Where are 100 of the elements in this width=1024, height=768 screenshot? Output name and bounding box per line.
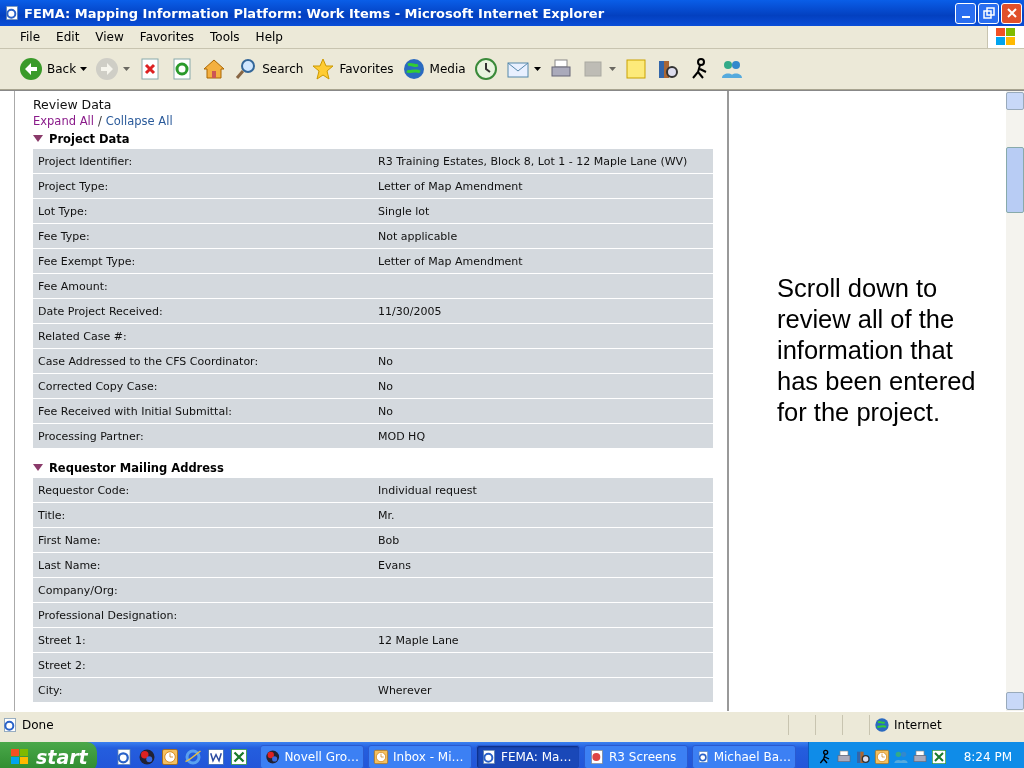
window-title: FEMA: Mapping Information Platform: Work Items - Microsoft Internet Explorer	[24, 5, 606, 21]
toolbar-button[interactable]: Media	[398, 55, 469, 83]
tray-icon-button[interactable]	[873, 749, 890, 765]
field-label: Title:	[33, 503, 373, 527]
clock-icon	[373, 749, 389, 765]
field-label: Corrected Copy Case:	[33, 374, 373, 398]
clock-icon	[473, 57, 498, 81]
clock-icon	[873, 749, 890, 765]
toolbar-button[interactable]: Back	[16, 55, 91, 83]
section-header[interactable]: Project Data	[33, 132, 130, 146]
section-header[interactable]: Requestor Mailing Address	[33, 461, 224, 475]
menu-item[interactable]: Tools	[202, 28, 248, 46]
field-label: Project Type:	[33, 174, 373, 198]
scrollbar[interactable]	[1006, 91, 1024, 711]
field-label: Case Addressed to the CFS Coordinator:	[33, 349, 373, 373]
field-label: Street 1:	[33, 628, 373, 652]
x-logo-icon	[930, 749, 947, 765]
printer-icon	[835, 749, 852, 765]
field-label: Last Name:	[33, 553, 373, 577]
books-icon	[854, 749, 871, 765]
taskbar-button[interactable]: Novell Gro…	[260, 745, 364, 768]
field-value: Wherever	[373, 678, 713, 702]
menu-item[interactable]: Favorites	[131, 28, 203, 46]
field-value: Letter of Map Amendment	[373, 249, 713, 273]
scroll-thumb[interactable]	[1006, 147, 1024, 213]
restore-button[interactable]	[978, 2, 999, 24]
status-text: Done	[22, 718, 54, 732]
field-value: Individual request	[373, 478, 713, 502]
taskbar-button[interactable]: R3 Screens	[584, 745, 688, 768]
taskbar-button[interactable]: Michael Ba…	[692, 745, 796, 768]
quick-launch-button[interactable]	[115, 748, 133, 766]
instruction-text: Scroll down to review all of the information that has been entered for the project.	[777, 273, 977, 428]
slide-document-icon	[589, 749, 605, 765]
minimize-button[interactable]	[955, 2, 976, 24]
tray-icon-button[interactable]	[854, 749, 871, 765]
field-label: Lot Type:	[33, 199, 373, 223]
document-e-icon	[2, 717, 18, 733]
toggle-all-link[interactable]: Collapse All	[105, 114, 173, 128]
close-button[interactable]	[1001, 2, 1022, 24]
field-label: Professional Designation:	[33, 603, 373, 627]
close-icon	[1005, 7, 1018, 19]
field-label: Fee Received with Initial Submittal:	[33, 399, 373, 423]
field-label: Project Identifier:	[33, 149, 373, 173]
clock-icon	[161, 748, 179, 766]
field-value: Bob	[373, 528, 713, 552]
field-label: Fee Amount:	[33, 274, 373, 298]
w-logo-icon	[207, 748, 225, 766]
field-value: Letter of Map Amendment	[373, 174, 713, 198]
tray-icon-button[interactable]	[911, 749, 928, 765]
toolbar-button[interactable]: Favorites	[308, 55, 397, 83]
dropdown-caret-icon[interactable]	[533, 67, 541, 71]
field-label: City:	[33, 678, 373, 702]
taskbar-button[interactable]: FEMA: Ma…	[476, 745, 580, 768]
field-label: Fee Type:	[33, 224, 373, 248]
quick-launch-button[interactable]	[161, 748, 179, 766]
tray-icon-button[interactable]	[930, 749, 947, 765]
field-value: No	[373, 349, 713, 373]
e-logo-icon	[184, 748, 202, 766]
field-value: Evans	[373, 553, 713, 577]
quick-launch-button[interactable]	[207, 748, 225, 766]
field-label: Fee Exempt Type:	[33, 249, 373, 273]
printer-icon	[911, 749, 928, 765]
taskbar-button[interactable]: Inbox - Mi…	[368, 745, 472, 768]
field-label: Requestor Code:	[33, 478, 373, 502]
field-value: Not applicable	[373, 224, 713, 248]
document-e-icon	[697, 749, 710, 765]
quick-launch-button[interactable]	[230, 748, 248, 766]
field-label: Date Project Received:	[33, 299, 373, 323]
document-e-icon	[4, 5, 20, 21]
menu-item[interactable]: File	[12, 28, 49, 46]
tray-icon-button[interactable]	[835, 749, 852, 765]
x-logo-icon	[230, 748, 248, 766]
field-label: Company/Org:	[33, 578, 373, 602]
note-icon	[623, 57, 648, 81]
field-value: No	[373, 374, 713, 398]
menu-item[interactable]: Help	[247, 28, 291, 46]
start-button[interactable]: start	[0, 742, 97, 768]
zone-text: Internet	[894, 718, 942, 732]
quick-launch-button[interactable]	[184, 748, 202, 766]
field-label: Processing Partner:	[33, 424, 373, 448]
menu-item[interactable]: Edit	[48, 28, 88, 46]
toolbar-button[interactable]: Search	[231, 55, 307, 83]
menu-item[interactable]: View	[87, 28, 132, 46]
field-value: 11/30/2005	[373, 299, 713, 323]
star-icon	[311, 57, 336, 81]
document-e-icon	[481, 749, 497, 765]
minimize-icon	[961, 16, 970, 18]
restore-icon	[982, 7, 995, 19]
field-value: Mr.	[373, 503, 713, 527]
windows-flag-icon	[10, 748, 30, 766]
people-icon	[892, 749, 909, 765]
home-icon	[202, 57, 227, 81]
field-value: R3 Training Estates, Block 8, Lot 1 - 12 Maple Lane (WV)	[373, 149, 713, 173]
document-e-icon	[115, 748, 133, 766]
field-value: Single lot	[373, 199, 713, 223]
toggle-all-link[interactable]: Expand All	[33, 114, 94, 128]
dropdown-caret-icon[interactable]	[80, 67, 88, 71]
field-value: No	[373, 399, 713, 423]
field-value: MOD HQ	[373, 424, 713, 448]
field-label: First Name:	[33, 528, 373, 552]
